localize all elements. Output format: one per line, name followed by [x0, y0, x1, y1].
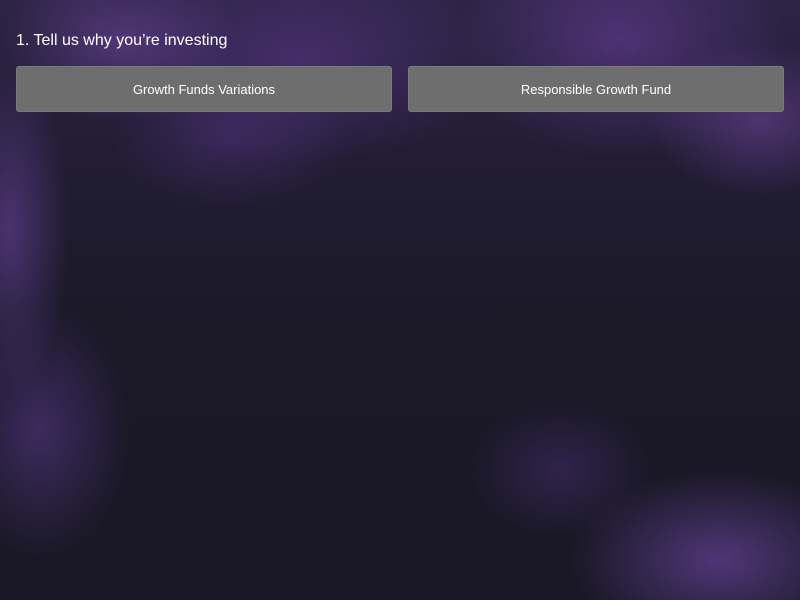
option-label: Responsible Growth Fund [520, 81, 672, 97]
investment-question-panel: 1. Tell us why you’re investing Growth F… [0, 0, 800, 600]
option-label: Growth Funds Variations [132, 81, 276, 97]
answer-options: Growth Funds Variations Responsible Grow… [16, 66, 784, 112]
option-growth-funds-variations-button[interactable]: Growth Funds Variations [16, 66, 392, 112]
option-responsible-growth-fund-button[interactable]: Responsible Growth Fund [408, 66, 784, 112]
question-heading: 1. Tell us why you’re investing [16, 32, 228, 49]
